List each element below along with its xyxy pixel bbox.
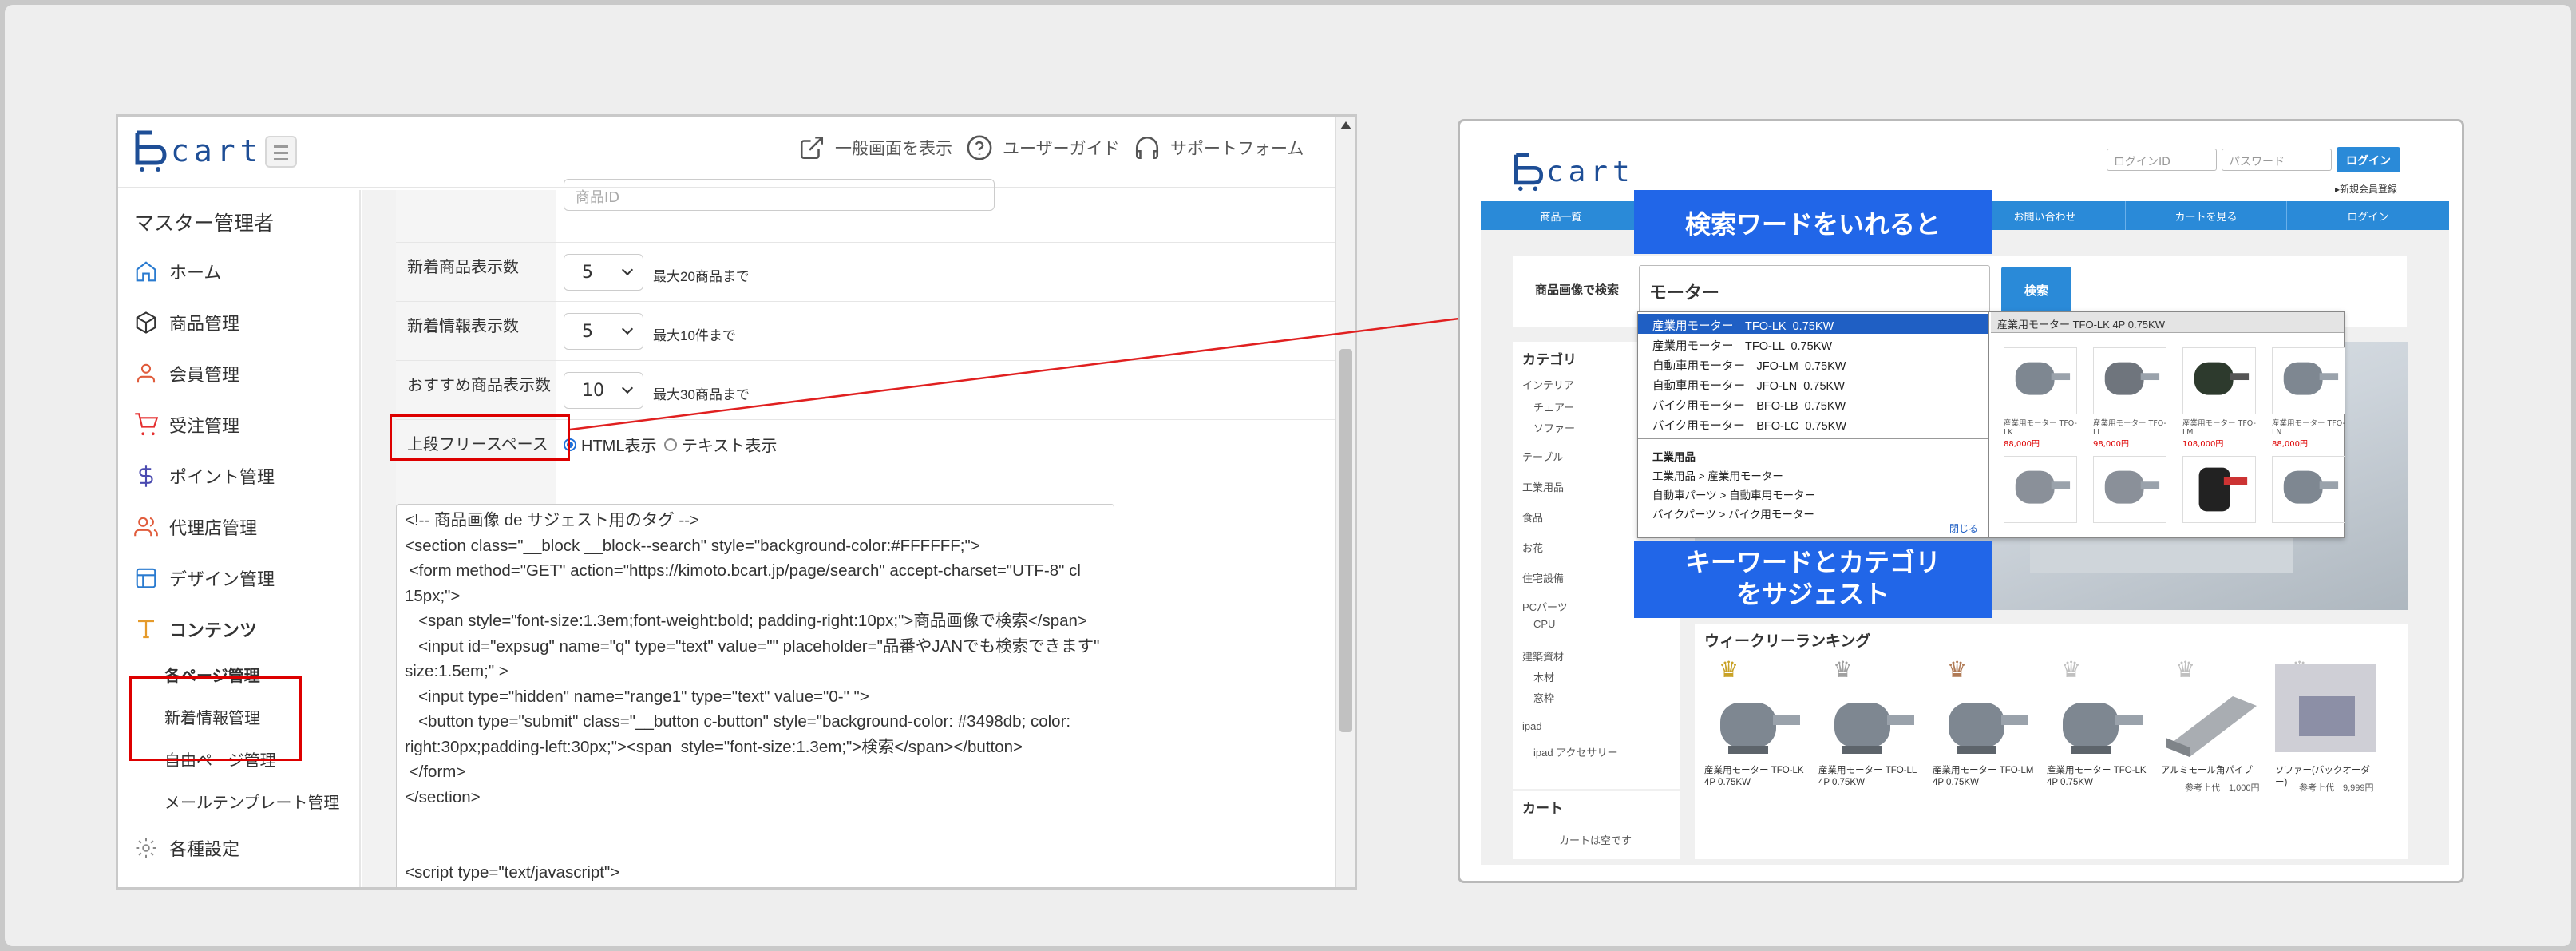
cart-title: カート xyxy=(1522,801,1563,817)
ranking-item-price: 参考上代 1,000円 xyxy=(2185,783,2260,793)
storefront-page: cart ログインID パスワード ログイン ▸新規会員登録 商品一覧 お問い合… xyxy=(1481,142,2449,865)
ranking-item-name[interactable]: 産業用モーター TFO-LK 4P 0.75KW xyxy=(1704,765,1808,789)
crown-icon: ♛ xyxy=(2175,656,2196,683)
suggest-preview-title: 産業用モーター TFO-LK 4P 0.75KW xyxy=(1991,312,2344,333)
category-item[interactable]: 住宅設備 xyxy=(1522,570,1564,585)
category-item[interactable]: PCパーツ xyxy=(1522,599,1568,614)
ranking-item-name[interactable]: 産業用モーター TFO-LL 4P 0.75KW xyxy=(1818,765,1922,789)
ranking-item-price: 参考上代 9,999円 xyxy=(2299,783,2374,793)
category-title: カテゴリ xyxy=(1522,352,1577,367)
category-item[interactable]: インテリア xyxy=(1522,377,1574,392)
suggest-keyword-list: 産業用モーター TFO-LK 0.75KW 産業用モーター TFO-LL 0.7… xyxy=(1638,312,1989,537)
motor-product-image[interactable] xyxy=(2182,456,2256,523)
suggest-keyword-item[interactable]: 産業用モーター TFO-LL 0.75KW xyxy=(1638,334,1988,354)
crown-gold-icon: ♛ xyxy=(1719,656,1739,683)
sofa-product-image[interactable] xyxy=(2275,664,2376,752)
category-item[interactable]: 木材 xyxy=(1533,669,1554,684)
motor-product-image xyxy=(2004,347,2077,414)
motor-product-image xyxy=(2093,347,2166,414)
ranking-item-name[interactable]: アルミモール角パイプ xyxy=(2161,765,2265,777)
suggest-keyword-item[interactable]: 自動車用モーター JFO-LM 0.75KW xyxy=(1638,354,1988,374)
gnav-item[interactable]: カートを見る xyxy=(2126,201,2287,230)
login-id-input[interactable]: ログインID xyxy=(2107,149,2217,171)
suggest-category-item[interactable]: 自動車パーツ > 自動車用モーター xyxy=(1652,486,1815,502)
category-item[interactable]: 建築資材 xyxy=(1522,648,1564,664)
canvas: cart 一般画面を表示 ユーザーガイド サポートフォーム マスター管理者 ホー… xyxy=(5,5,2571,946)
search-button[interactable]: 検索 xyxy=(2001,267,2071,313)
motor-product-image xyxy=(2182,347,2256,414)
suggest-product[interactable]: 産業用モーター TFO-LL 98,000円 xyxy=(2093,347,2166,449)
gnav-item[interactable]: ログイン xyxy=(2287,201,2449,230)
callout-suggest: キーワードとカテゴリ をサジェスト xyxy=(1634,541,1992,618)
suggest-keyword-item[interactable]: バイク用モーター BFO-LB 0.75KW xyxy=(1638,394,1988,414)
category-item[interactable]: 食品 xyxy=(1522,509,1543,525)
category-item[interactable]: テーブル xyxy=(1522,449,1563,464)
suggest-product[interactable]: 産業用モーター TFO-LN 88,000円 xyxy=(2272,347,2345,449)
suggest-close-link[interactable]: 閉じる xyxy=(1949,521,1978,535)
store-logo-text: cart xyxy=(1546,155,1635,188)
motor-product-image[interactable] xyxy=(2004,456,2077,523)
crown-bronze-icon: ♛ xyxy=(1947,656,1968,683)
new-member-link[interactable]: ▸新規会員登録 xyxy=(2335,182,2397,196)
login-button[interactable]: ログイン xyxy=(2337,147,2400,172)
category-item[interactable]: ipad アクセサリー xyxy=(1533,744,1618,759)
suggest-keyword-item[interactable]: 産業用モーター TFO-LK 0.75KW xyxy=(1638,314,1988,334)
search-label: 商品画像で検索 xyxy=(1535,283,1620,297)
weekly-ranking: ウィークリーランキング ♛ ♛ ♛ ♛ ♛ ♛ 産業用モーター TFO-LK 4… xyxy=(1695,624,2408,859)
pipe-product-image[interactable] xyxy=(2161,691,2261,759)
motor-product-image[interactable] xyxy=(1704,691,1805,759)
gnav-item[interactable]: 商品一覧 xyxy=(1481,201,1642,230)
category-item[interactable]: チェアー xyxy=(1533,399,1574,414)
motor-product-image[interactable] xyxy=(2093,456,2166,523)
ranking-item-name[interactable]: 産業用モーター TFO-LM 4P 0.75KW xyxy=(1933,765,2036,789)
category-item[interactable]: ソファー xyxy=(1533,420,1575,435)
suggest-product[interactable]: 産業用モーター TFO-LK 88,000円 xyxy=(2004,347,2077,449)
suggest-product[interactable]: 産業用モーター TFO-LM 108,000円 xyxy=(2182,347,2256,449)
suggest-dropdown: 産業用モーター TFO-LK 0.75KW 産業用モーター TFO-LL 0.7… xyxy=(1637,311,2345,538)
storefront-window: cart ログインID パスワード ログイン ▸新規会員登録 商品一覧 お問い合… xyxy=(1458,119,2464,883)
ranking-item-name[interactable]: 産業用モーター TFO-LK 4P 0.75KW xyxy=(2047,765,2151,789)
motor-product-image xyxy=(2272,347,2345,414)
category-item[interactable]: ipad xyxy=(1522,720,1542,732)
suggest-category-item[interactable]: バイクパーツ > バイク用モーター xyxy=(1652,505,1814,521)
cart-empty-text: カートは空です xyxy=(1559,835,1632,847)
suggest-divider xyxy=(1638,438,1988,439)
search-input[interactable]: モーター xyxy=(1639,265,1990,313)
suggest-category-item[interactable]: 工業用品 xyxy=(1652,448,1696,464)
category-item[interactable]: 工業用品 xyxy=(1522,479,1564,494)
suggest-keyword-item[interactable]: バイク用モーター BFO-LC 0.75KW xyxy=(1638,414,1988,434)
motor-product-image[interactable] xyxy=(1818,691,1919,759)
suggest-category-item[interactable]: 工業用品 > 産業用モーター xyxy=(1652,467,1783,483)
motor-product-image[interactable] xyxy=(1933,691,2033,759)
store-logo[interactable]: cart xyxy=(1513,152,1635,192)
cart-box: カート カートは空です xyxy=(1513,791,1680,859)
ranking-title: ウィークリーランキング xyxy=(1704,633,1871,650)
password-input[interactable]: パスワード xyxy=(2222,149,2332,171)
category-item[interactable]: CPU xyxy=(1533,618,1555,630)
suggest-product-preview: 産業用モーター TFO-LK 4P 0.75KW 産業用モーター TFO-LK 8… xyxy=(1991,312,2345,537)
category-item[interactable]: お花 xyxy=(1522,540,1543,555)
crown-icon: ♛ xyxy=(2061,656,2082,683)
motor-product-image[interactable] xyxy=(2047,691,2147,759)
crown-silver-icon: ♛ xyxy=(1833,656,1854,683)
suggest-keyword-item[interactable]: 自動車用モーター JFO-LN 0.75KW xyxy=(1638,374,1988,394)
bcart-logo-icon xyxy=(1514,153,1544,192)
motor-product-image[interactable] xyxy=(2272,456,2345,523)
callout-search-word: 検索ワードをいれると xyxy=(1634,190,1992,254)
category-item[interactable]: 窓枠 xyxy=(1533,690,1554,705)
